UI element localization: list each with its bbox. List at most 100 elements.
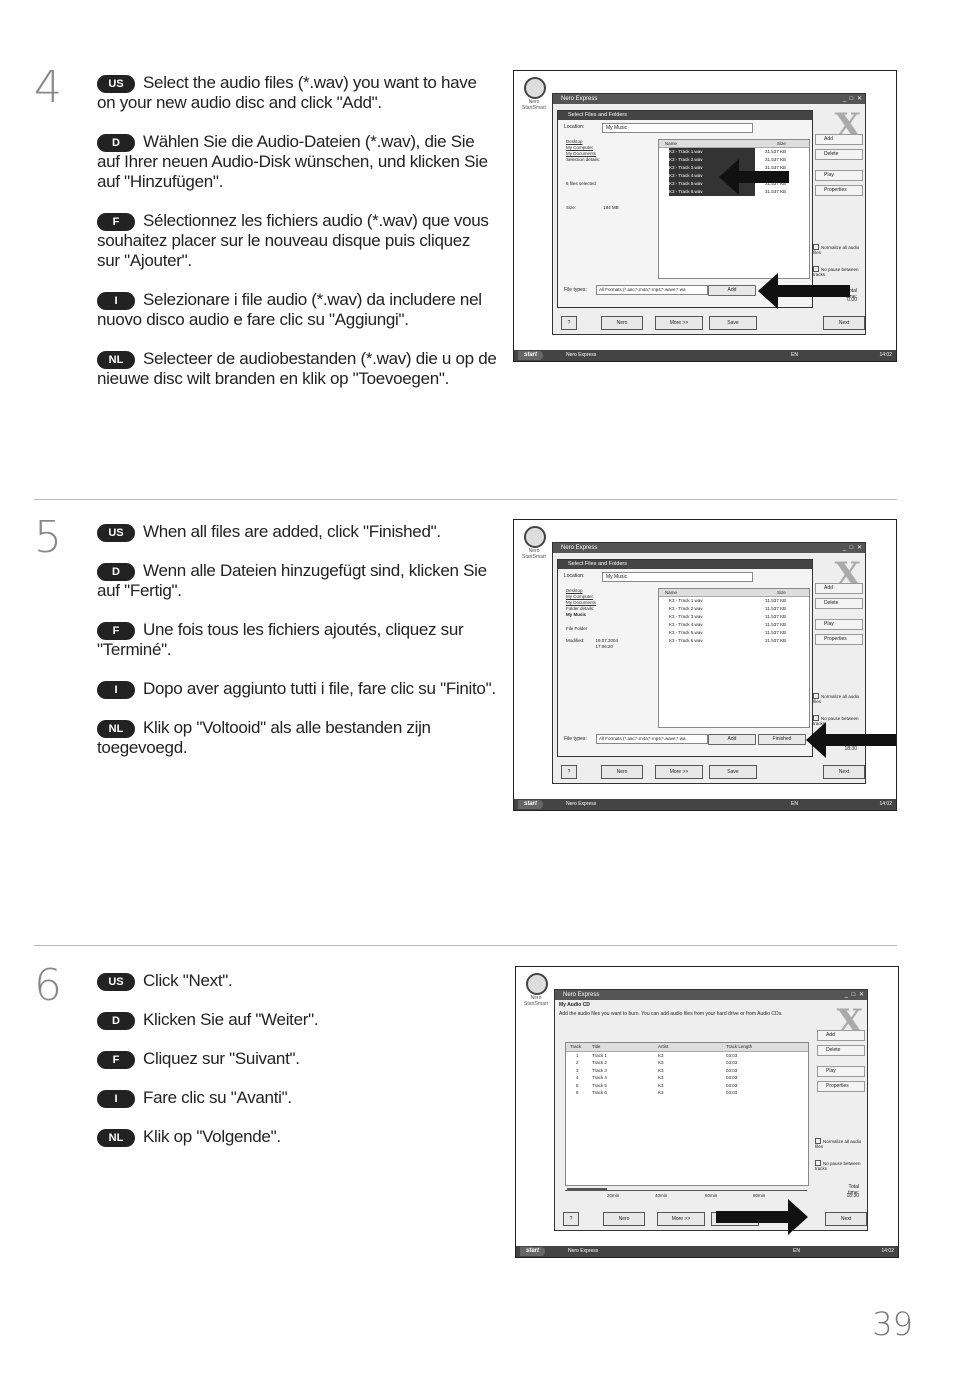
save-button[interactable]: Save <box>709 316 757 330</box>
clock: 14:02 <box>881 1248 894 1254</box>
nero-startsmart-icon[interactable] <box>524 526 546 548</box>
instruction-us: US Select the audio files (*.wav) you wan… <box>97 73 497 113</box>
side-play-button[interactable]: Play <box>817 1066 865 1077</box>
file-row[interactable]: K3 - Track 1.wav 31.537 KB <box>659 148 809 156</box>
arrow-right-icon <box>716 1199 808 1235</box>
normalize-checkbox[interactable]: Normalize all audio files <box>813 693 865 704</box>
side-add-button[interactable]: Add <box>815 134 863 145</box>
table-row[interactable]: 1 Track 1 K3 03:03 <box>566 1052 808 1060</box>
bottom-bar: ? Nero More >> Save Next <box>559 1212 867 1226</box>
side-buttons: Add Delete Play Properties <box>815 583 863 649</box>
lang-badge-us: US <box>97 973 135 991</box>
col-track[interactable]: Track <box>570 1043 581 1051</box>
track-table[interactable]: Track Title Artist Track Length 1 Track 1… <box>565 1042 809 1186</box>
size-value: 184 MB <box>603 205 619 210</box>
side-add-button[interactable]: Add <box>817 1030 865 1041</box>
table-row[interactable]: 6 Track 6 K3 03:03 <box>566 1089 808 1097</box>
next-button[interactable]: Next <box>823 765 865 779</box>
location-dropdown[interactable]: My Music <box>602 572 753 582</box>
nero-startsmart-icon[interactable] <box>526 973 548 995</box>
desktop-icon-label: Nero StartSmart <box>524 995 548 1007</box>
more-button[interactable]: More >> <box>657 1212 705 1226</box>
help-button[interactable]: ? <box>561 316 577 330</box>
instruction-text: Klik op "Volgende". <box>143 1127 281 1146</box>
side-delete-button[interactable]: Delete <box>815 598 863 609</box>
col-name[interactable]: Name <box>665 590 677 595</box>
file-types-label: File types: <box>564 287 587 293</box>
add-button[interactable]: Add <box>708 734 756 745</box>
file-row[interactable]: K3 - Track 2.wav 31.537 KB <box>659 605 809 613</box>
instruction-us: US Click "Next". <box>97 971 497 991</box>
col-size[interactable]: Size <box>777 140 786 147</box>
screenshot-step-4: Nero StartSmart Nero Express _ □ ✕ X Sel… <box>513 70 897 362</box>
side-play-button[interactable]: Play <box>815 619 863 630</box>
instruction-d: D Klicken Sie auf "Weiter". <box>97 1010 497 1030</box>
start-button[interactable]: start <box>518 800 544 809</box>
nero-startsmart-icon[interactable] <box>524 77 546 99</box>
arrow-left-icon <box>806 722 896 758</box>
file-row[interactable]: K3 - Track 4.wav31.537 KB <box>659 621 809 629</box>
side-properties-button[interactable]: Properties <box>815 185 863 196</box>
size-label: Size: <box>566 205 577 210</box>
window-controls[interactable]: _ □ ✕ <box>843 95 863 102</box>
details-pane: Desktop My Computer My Documents Selecti… <box>566 139 656 211</box>
side-properties-button[interactable]: Properties <box>817 1081 865 1092</box>
file-row[interactable]: K3 - Track 6.wav 31.537 KB <box>659 637 809 645</box>
table-row[interactable]: 2 Track 2 K3 03:03 <box>566 1059 808 1067</box>
audio-cd-header: My Audio CD Add the audio files you want… <box>559 1002 789 1017</box>
instruction-nl: NL Selecteer de audiobestanden (*.wav) di… <box>97 349 497 389</box>
side-delete-button[interactable]: Delete <box>817 1045 865 1056</box>
instruction-d: D Wenn alle Dateien hinzugefügt sind, kli… <box>97 561 497 601</box>
location-dropdown[interactable]: My Music <box>602 123 753 133</box>
side-delete-button[interactable]: Delete <box>815 149 863 160</box>
more-button[interactable]: More >> <box>655 316 703 330</box>
next-button[interactable]: Next <box>823 316 865 330</box>
taskbar-task[interactable]: Nero Express <box>568 1246 598 1257</box>
col-size[interactable]: Size <box>777 589 786 596</box>
table-row[interactable]: 3 Track 3 K3 03:03 <box>566 1067 808 1075</box>
col-track-length[interactable]: Track Length <box>726 1043 752 1051</box>
file-row[interactable]: K3 - Track 1.wav 31.537 KB <box>659 597 809 605</box>
taskbar-task[interactable]: Nero Express <box>566 350 596 361</box>
normalize-checkbox[interactable]: Normalize all audio files <box>815 1138 867 1149</box>
normalize-checkbox[interactable]: Normalize all audio files <box>813 244 865 255</box>
step-6-instructions: US Click "Next". D Klicken Sie auf "Weiter… <box>97 971 497 1147</box>
window-title: Nero Express <box>555 990 867 1000</box>
finished-button[interactable]: Finished <box>758 734 806 745</box>
taskbar-task[interactable]: Nero Express <box>566 799 596 810</box>
no-pause-checkbox[interactable]: No pause between tracks <box>815 1160 867 1171</box>
table-row[interactable]: 4 Track 4 K3 03:03 <box>566 1074 808 1082</box>
nero-button[interactable]: Nero <box>603 1212 645 1226</box>
file-row[interactable]: K3 - Track 5.wav 31.537 KB <box>659 629 809 637</box>
nero-button[interactable]: Nero <box>601 316 643 330</box>
help-button[interactable]: ? <box>563 1212 579 1226</box>
col-name[interactable]: Name <box>665 141 677 146</box>
nero-express-window: Nero Express _ □ ✕ X My Audio CD Add the… <box>554 989 868 1231</box>
nero-button[interactable]: Nero <box>601 765 643 779</box>
file-types-dropdown[interactable]: All Formats (*.aac;*.m4a;*.mp4;*.wave;*.… <box>596 734 708 744</box>
table-row[interactable]: 5 Track 5 K3 03:03 <box>566 1082 808 1090</box>
side-properties-button[interactable]: Properties <box>815 634 863 645</box>
col-title[interactable]: Title <box>592 1043 600 1051</box>
start-button[interactable]: start <box>520 1247 546 1256</box>
more-button[interactable]: More >> <box>655 765 703 779</box>
arrow-left-icon <box>719 159 789 195</box>
side-play-button[interactable]: Play <box>815 170 863 181</box>
col-artist[interactable]: Artist <box>658 1043 668 1051</box>
help-button[interactable]: ? <box>561 765 577 779</box>
lang-badge-d: D <box>97 1012 135 1030</box>
desktop-icon-label: Nero StartSmart <box>522 548 546 560</box>
next-button[interactable]: Next <box>825 1212 867 1226</box>
add-button[interactable]: Add <box>708 285 756 296</box>
step-number-6: 6 <box>34 960 62 1011</box>
file-types-dropdown[interactable]: All Formats (*.aac;*.m4a;*.mp4;*.wave;*.… <box>596 285 708 295</box>
side-add-button[interactable]: Add <box>815 583 863 594</box>
window-controls[interactable]: _ □ ✕ <box>843 544 863 551</box>
file-row[interactable]: K3 - Track 3.wav 31.537 KB <box>659 613 809 621</box>
start-button[interactable]: start <box>518 351 544 360</box>
step-5-instructions: US When all files are added, click "Finis… <box>97 522 497 758</box>
lang-badge-nl: NL <box>97 1129 135 1147</box>
save-button[interactable]: Save <box>709 765 757 779</box>
file-list[interactable]: Name Size K3 - Track 1.wav 31.537 KB K3 - … <box>658 588 810 728</box>
window-controls[interactable]: _ □ ✕ <box>845 991 865 998</box>
